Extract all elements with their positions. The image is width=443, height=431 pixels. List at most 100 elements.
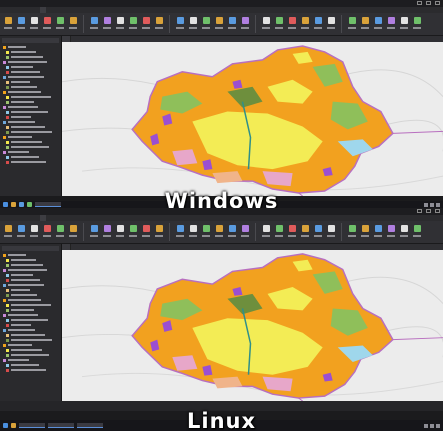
ribbon-button[interactable]: [68, 15, 78, 33]
ribbon-button[interactable]: [373, 223, 383, 241]
layer-row[interactable]: [2, 160, 59, 164]
ribbon-button[interactable]: [16, 15, 26, 33]
ribbon-button[interactable]: [373, 15, 383, 33]
ribbon-button[interactable]: [313, 223, 323, 241]
ribbon-button[interactable]: [68, 223, 78, 241]
ribbon-button[interactable]: [313, 15, 323, 33]
layer-row[interactable]: [2, 348, 59, 352]
layer-row[interactable]: [2, 70, 59, 74]
ribbon-button[interactable]: [274, 223, 284, 241]
close-icon[interactable]: [435, 1, 440, 5]
ribbon-button[interactable]: [386, 15, 396, 33]
ribbon-button[interactable]: [188, 15, 198, 33]
ribbon-button[interactable]: [115, 15, 125, 33]
layer-row[interactable]: [2, 150, 59, 154]
layer-row[interactable]: [2, 308, 59, 312]
menu-item-active[interactable]: [40, 7, 46, 13]
layer-row[interactable]: [2, 120, 59, 124]
layer-row[interactable]: [2, 268, 59, 272]
ribbon-button[interactable]: [188, 223, 198, 241]
ribbon-button[interactable]: [175, 15, 185, 33]
layer-row[interactable]: [2, 363, 59, 367]
layer-row[interactable]: [2, 323, 59, 327]
layer-row[interactable]: [2, 85, 59, 89]
ribbon-button[interactable]: [326, 223, 336, 241]
layer-row[interactable]: [2, 328, 59, 332]
ribbon-button[interactable]: [29, 15, 39, 33]
ribbon-button[interactable]: [399, 223, 409, 241]
ribbon-button[interactable]: [227, 15, 237, 33]
layer-row[interactable]: [2, 125, 59, 129]
layer-row[interactable]: [2, 50, 59, 54]
layer-row[interactable]: [2, 303, 59, 307]
ribbon-button[interactable]: [227, 223, 237, 241]
layer-row[interactable]: [2, 55, 59, 59]
ribbon-button[interactable]: [141, 223, 151, 241]
ribbon-button[interactable]: [175, 223, 185, 241]
map-view[interactable]: [62, 250, 443, 401]
ribbon-button[interactable]: [102, 223, 112, 241]
ribbon-button[interactable]: [326, 15, 336, 33]
layer-row[interactable]: [2, 298, 59, 302]
layer-row[interactable]: [2, 105, 59, 109]
layer-row[interactable]: [2, 60, 59, 64]
ribbon-button[interactable]: [360, 15, 370, 33]
layer-row[interactable]: [2, 80, 59, 84]
layer-row[interactable]: [2, 288, 59, 292]
ribbon-button[interactable]: [347, 15, 357, 33]
layer-row[interactable]: [2, 130, 59, 134]
map-view[interactable]: [62, 42, 443, 196]
close-icon[interactable]: [435, 209, 440, 213]
maximize-icon[interactable]: [426, 1, 431, 5]
ribbon-button[interactable]: [89, 223, 99, 241]
layer-row[interactable]: [2, 313, 59, 317]
ribbon-button[interactable]: [154, 15, 164, 33]
ribbon-button[interactable]: [214, 223, 224, 241]
layer-row[interactable]: [2, 263, 59, 267]
ribbon-button[interactable]: [29, 223, 39, 241]
layer-row[interactable]: [2, 115, 59, 119]
layer-row[interactable]: [2, 293, 59, 297]
ribbon-button[interactable]: [55, 223, 65, 241]
ribbon-button[interactable]: [412, 223, 422, 241]
layer-row[interactable]: [2, 140, 59, 144]
ribbon-button[interactable]: [261, 15, 271, 33]
layer-row[interactable]: [2, 110, 59, 114]
ribbon-button[interactable]: [16, 223, 26, 241]
ribbon-button[interactable]: [201, 15, 211, 33]
layer-row[interactable]: [2, 135, 59, 139]
layer-row[interactable]: [2, 343, 59, 347]
ribbon-button[interactable]: [128, 223, 138, 241]
ribbon-button[interactable]: [154, 223, 164, 241]
ribbon-button[interactable]: [274, 15, 284, 33]
layer-row[interactable]: [2, 145, 59, 149]
menu-item-active[interactable]: [40, 215, 46, 221]
ribbon-button[interactable]: [240, 15, 250, 33]
ribbon-button[interactable]: [128, 15, 138, 33]
ribbon-button[interactable]: [399, 15, 409, 33]
ribbon-button[interactable]: [214, 15, 224, 33]
ribbon-button[interactable]: [141, 15, 151, 33]
ribbon-button[interactable]: [300, 223, 310, 241]
layer-row[interactable]: [2, 258, 59, 262]
ribbon-button[interactable]: [89, 15, 99, 33]
ribbon-button[interactable]: [300, 15, 310, 33]
layer-row[interactable]: [2, 278, 59, 282]
ribbon-button[interactable]: [42, 223, 52, 241]
ribbon-button[interactable]: [360, 223, 370, 241]
ribbon-button[interactable]: [261, 223, 271, 241]
ribbon-button[interactable]: [3, 15, 13, 33]
layer-row[interactable]: [2, 155, 59, 159]
ribbon-button[interactable]: [3, 223, 13, 241]
layer-row[interactable]: [2, 253, 59, 257]
layer-row[interactable]: [2, 90, 59, 94]
ribbon-button[interactable]: [386, 223, 396, 241]
ribbon-button[interactable]: [201, 223, 211, 241]
layer-row[interactable]: [2, 368, 59, 372]
minimize-icon[interactable]: [417, 209, 422, 213]
layer-row[interactable]: [2, 358, 59, 362]
ribbon-button[interactable]: [240, 223, 250, 241]
ribbon-button[interactable]: [102, 15, 112, 33]
layer-row[interactable]: [2, 65, 59, 69]
layer-row[interactable]: [2, 353, 59, 357]
